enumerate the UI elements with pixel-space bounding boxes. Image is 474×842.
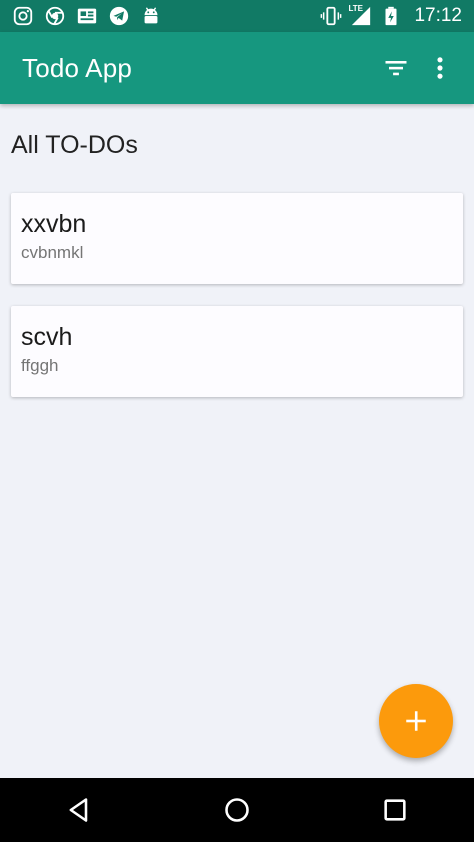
todo-title: scvh: [21, 323, 73, 351]
todo-card[interactable]: scvh ffggh: [11, 306, 463, 397]
navigation-bar: [0, 778, 474, 842]
todo-description: ffggh: [21, 356, 59, 375]
add-todo-button[interactable]: [379, 684, 453, 758]
add-icon: [406, 711, 426, 731]
instagram-icon: [12, 5, 34, 27]
status-time: 17:12: [414, 5, 462, 26]
filter-icon: [385, 61, 407, 76]
back-icon: [69, 798, 88, 822]
vibrate-icon: [320, 5, 342, 27]
more-options-button[interactable]: [418, 46, 462, 90]
back-button[interactable]: [49, 780, 109, 840]
recents-button[interactable]: [365, 780, 425, 840]
android-icon: [140, 5, 162, 27]
filter-button[interactable]: [374, 46, 418, 90]
notification-icons: [0, 5, 162, 27]
telegram-icon: [108, 5, 130, 27]
system-icons: LTE 17:12: [320, 4, 474, 27]
more-vert-icon: [437, 57, 443, 79]
news-icon: [76, 5, 98, 27]
battery-icon: [380, 5, 402, 27]
home-button[interactable]: [207, 780, 267, 840]
todo-card[interactable]: xxvbn cvbnmkl: [11, 193, 463, 284]
signal-icon: LTE: [348, 4, 372, 27]
app-bar: Todo App: [0, 32, 474, 104]
recents-icon: [384, 799, 406, 821]
todo-description: cvbnmkl: [21, 243, 84, 262]
app-title: Todo App: [22, 52, 133, 83]
screen: LTE 17:12 Todo App All TO-DOs xxvbn cvbn…: [0, 0, 474, 842]
home-icon: [225, 798, 249, 822]
network-type-label: LTE: [348, 4, 363, 13]
app-bar-actions: [374, 46, 474, 90]
status-bar: LTE 17:12: [0, 0, 474, 32]
main-content: All TO-DOs xxvbn cvbnmkl scvh ffggh: [0, 104, 474, 778]
todo-title: xxvbn: [21, 210, 87, 238]
section-title: All TO-DOs: [11, 131, 138, 159]
chrome-icon: [44, 5, 66, 27]
